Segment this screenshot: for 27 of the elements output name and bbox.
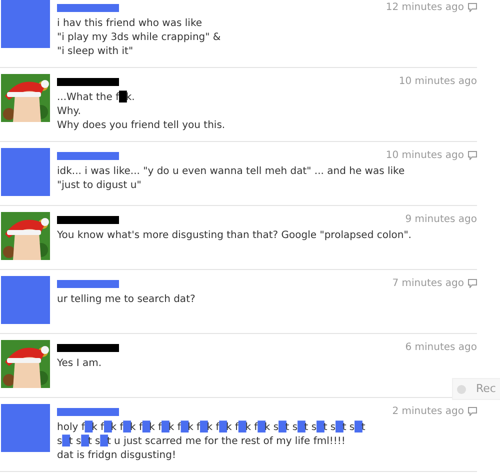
timestamp: 10 minutes ago bbox=[398, 75, 477, 89]
message-line: Yes I am. bbox=[57, 357, 102, 371]
message-line: Why does you friend tell you this. bbox=[57, 119, 226, 133]
message-line: idk... i was like... "y do u even wanna tell meh dat" ... and he was like bbox=[57, 165, 406, 179]
comment-icon[interactable] bbox=[468, 407, 477, 416]
message-line: holy f█k f█k f█k f█k f█k f█k f█k f█k f█k f█k s█t s█t s█t s█t s█t bbox=[57, 421, 366, 434]
message-line: "i play my 3ds while crapping" & bbox=[57, 31, 222, 45]
comment-icon[interactable] bbox=[468, 3, 477, 12]
timestamp: 2 minutes ago bbox=[392, 405, 464, 419]
message-line: ur telling me to search dat? bbox=[57, 293, 196, 307]
message-line: dat is fridgn disgusting! bbox=[57, 449, 177, 463]
timestamp: 7 minutes ago bbox=[392, 277, 464, 291]
timestamp: 6 minutes ago bbox=[405, 341, 477, 355]
timestamp: 9 minutes ago bbox=[405, 213, 477, 227]
message-line: "just to digust u" bbox=[57, 179, 142, 193]
circle-icon bbox=[457, 384, 466, 394]
timestamp: 10 minutes ago bbox=[386, 149, 464, 163]
message-line: Why. bbox=[57, 105, 82, 119]
timestamp: 12 minutes ago bbox=[386, 1, 464, 15]
comment-icon[interactable] bbox=[468, 279, 477, 288]
message-line: You know what's more disgusting than that? Google "prolapsed colon". bbox=[57, 229, 412, 243]
side-panel-label: Rec bbox=[476, 380, 496, 397]
message-line: i hav this friend who was like bbox=[57, 17, 204, 31]
message-line: "i sleep with it" bbox=[57, 45, 134, 59]
comment-icon[interactable] bbox=[468, 151, 477, 160]
message-line: s█t s█t s█t u just scarred me for the rest of my life fml!!!! bbox=[57, 435, 346, 449]
message-line: ...What the f█k. bbox=[57, 91, 136, 105]
